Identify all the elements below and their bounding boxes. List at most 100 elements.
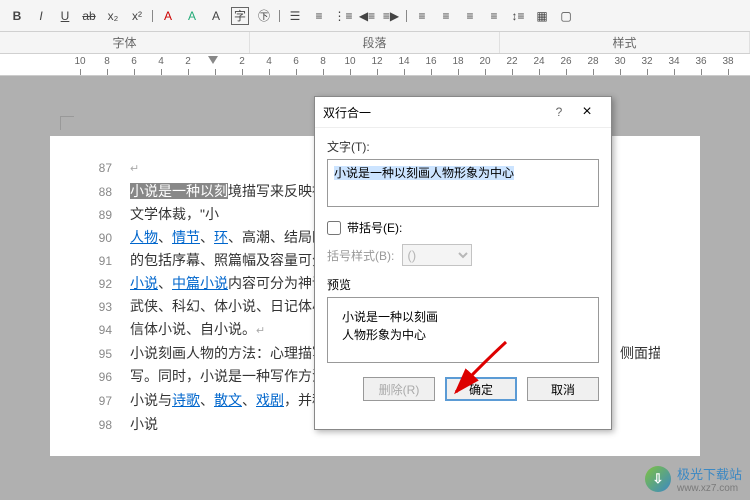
ruler-number: 6 <box>293 56 299 67</box>
ruler-number: 16 <box>425 56 436 67</box>
shading-icon[interactable]: ▦ <box>533 7 551 25</box>
bullets-icon[interactable]: ☰ <box>286 7 304 25</box>
ruler-number: 2 <box>185 56 191 67</box>
multilevel-icon[interactable]: ⋮≡ <box>334 7 352 25</box>
justify-icon[interactable]: ≡ <box>485 7 503 25</box>
ruler-tick <box>512 69 513 75</box>
char-shading-icon[interactable]: A <box>207 7 225 25</box>
ruler-tick <box>701 69 702 75</box>
line-number: 97 <box>90 390 130 412</box>
bracket-style-select: () <box>402 244 472 266</box>
ruler-number: 18 <box>452 56 463 67</box>
section-paragraph[interactable]: 段落 <box>250 32 500 53</box>
two-lines-in-one-dialog: 双行合一 ? × 文字(T): 小说是一种以刻画人物形象为中心 带括号(E): … <box>314 96 612 430</box>
watermark-url: www.xz7.com <box>677 483 742 494</box>
ribbon-sections: 字体 段落 样式 <box>0 32 750 54</box>
strike-icon[interactable]: ab <box>80 7 98 25</box>
ruler-number: 32 <box>641 56 652 67</box>
bold-icon[interactable]: B <box>8 7 26 25</box>
underline-icon[interactable]: U <box>56 7 74 25</box>
ruler-number: 20 <box>479 56 490 67</box>
ruler-number: 6 <box>131 56 137 67</box>
char-border-icon[interactable]: 字 <box>231 7 249 25</box>
ruler-tick <box>539 69 540 75</box>
dialog-titlebar[interactable]: 双行合一 ? × <box>315 97 611 128</box>
font-color-icon[interactable]: A <box>159 7 177 25</box>
close-icon[interactable]: × <box>571 103 603 121</box>
watermark-name: 极光下载站 <box>677 467 742 482</box>
ruler-tick <box>431 69 432 75</box>
line-number: 92 <box>90 273 130 295</box>
line-number: 95 <box>90 343 130 365</box>
superscript-icon[interactable]: x² <box>128 7 146 25</box>
preview-line2: 人物形象为中心 <box>342 326 584 344</box>
ruler-number: 36 <box>695 56 706 67</box>
align-left-icon[interactable]: ≡ <box>413 7 431 25</box>
ruler-tick <box>377 69 378 75</box>
bracket-style-label: 括号样式(B): <box>327 247 394 264</box>
ruler-tick <box>593 69 594 75</box>
text-label: 文字(T): <box>327 138 599 155</box>
watermark-logo-icon: ⇩ <box>645 466 671 492</box>
highlight-icon[interactable]: A <box>183 7 201 25</box>
ruler-tick <box>404 69 405 75</box>
numbering-icon[interactable]: ≡ <box>310 7 328 25</box>
align-right-icon[interactable]: ≡ <box>461 7 479 25</box>
preview-label: 预览 <box>327 276 599 293</box>
align-center-icon[interactable]: ≡ <box>437 7 455 25</box>
section-font[interactable]: 字体 <box>0 32 250 53</box>
ruler-number: 14 <box>398 56 409 67</box>
watermark: ⇩ 极光下载站 www.xz7.com <box>645 464 742 494</box>
ruler-number: 10 <box>344 56 355 67</box>
ruler-number: 34 <box>668 56 679 67</box>
separator <box>152 10 153 22</box>
dialog-title-text: 双行合一 <box>323 104 547 121</box>
ruler-number: 38 <box>722 56 733 67</box>
ruler-number: 4 <box>266 56 272 67</box>
ruler-number: 12 <box>371 56 382 67</box>
page-corner-tl <box>60 116 74 130</box>
enclose-icon[interactable]: ㊦ <box>255 7 273 25</box>
horizontal-ruler[interactable]: 1086422468101214161820222426283032343638 <box>0 54 750 76</box>
line-number: 90 <box>90 227 130 249</box>
bracket-checkbox-input[interactable] <box>327 221 341 235</box>
ruler-tick <box>161 69 162 75</box>
line-number: 88 <box>90 181 130 203</box>
ruler-tick <box>323 69 324 75</box>
increase-indent-icon[interactable]: ≡▶ <box>382 7 400 25</box>
ruler-tick <box>188 69 189 75</box>
italic-icon[interactable]: I <box>32 7 50 25</box>
section-style[interactable]: 样式 <box>500 32 750 53</box>
ruler-number: 10 <box>74 56 85 67</box>
line-number: 96 <box>90 366 130 388</box>
cancel-button[interactable]: 取消 <box>527 377 599 401</box>
ruler-number: 28 <box>587 56 598 67</box>
bracket-checkbox-label: 带括号(E): <box>347 219 402 236</box>
line-spacing-icon[interactable]: ↕≡ <box>509 7 527 25</box>
ruler-number: 8 <box>320 56 326 67</box>
ruler-tick <box>647 69 648 75</box>
preview-line1: 小说是一种以刻画 <box>342 308 584 326</box>
ruler-tick <box>215 69 216 75</box>
bracket-checkbox[interactable]: 带括号(E): <box>327 219 599 236</box>
separator <box>279 10 280 22</box>
ruler-number: 8 <box>104 56 110 67</box>
separator <box>406 10 407 22</box>
ruler-tick <box>296 69 297 75</box>
ok-button[interactable]: 确定 <box>445 377 517 401</box>
subscript-icon[interactable]: x₂ <box>104 7 122 25</box>
text-input[interactable]: 小说是一种以刻画人物形象为中心 <box>327 159 599 207</box>
line-number: 93 <box>90 296 130 318</box>
line-number: 91 <box>90 250 130 272</box>
format-toolbar: B I U ab x₂ x² A A A 字 ㊦ ☰ ≡ ⋮≡ ◀≡ ≡▶ ≡ … <box>0 0 750 32</box>
line-number: 98 <box>90 414 130 436</box>
line-number: 89 <box>90 204 130 226</box>
borders-icon[interactable]: ▢ <box>557 7 575 25</box>
help-icon[interactable]: ? <box>547 105 571 119</box>
ruler-tick <box>107 69 108 75</box>
ruler-tick <box>269 69 270 75</box>
ruler-number: 22 <box>506 56 517 67</box>
ruler-number: 26 <box>560 56 571 67</box>
ruler-tick <box>350 69 351 75</box>
decrease-indent-icon[interactable]: ◀≡ <box>358 7 376 25</box>
